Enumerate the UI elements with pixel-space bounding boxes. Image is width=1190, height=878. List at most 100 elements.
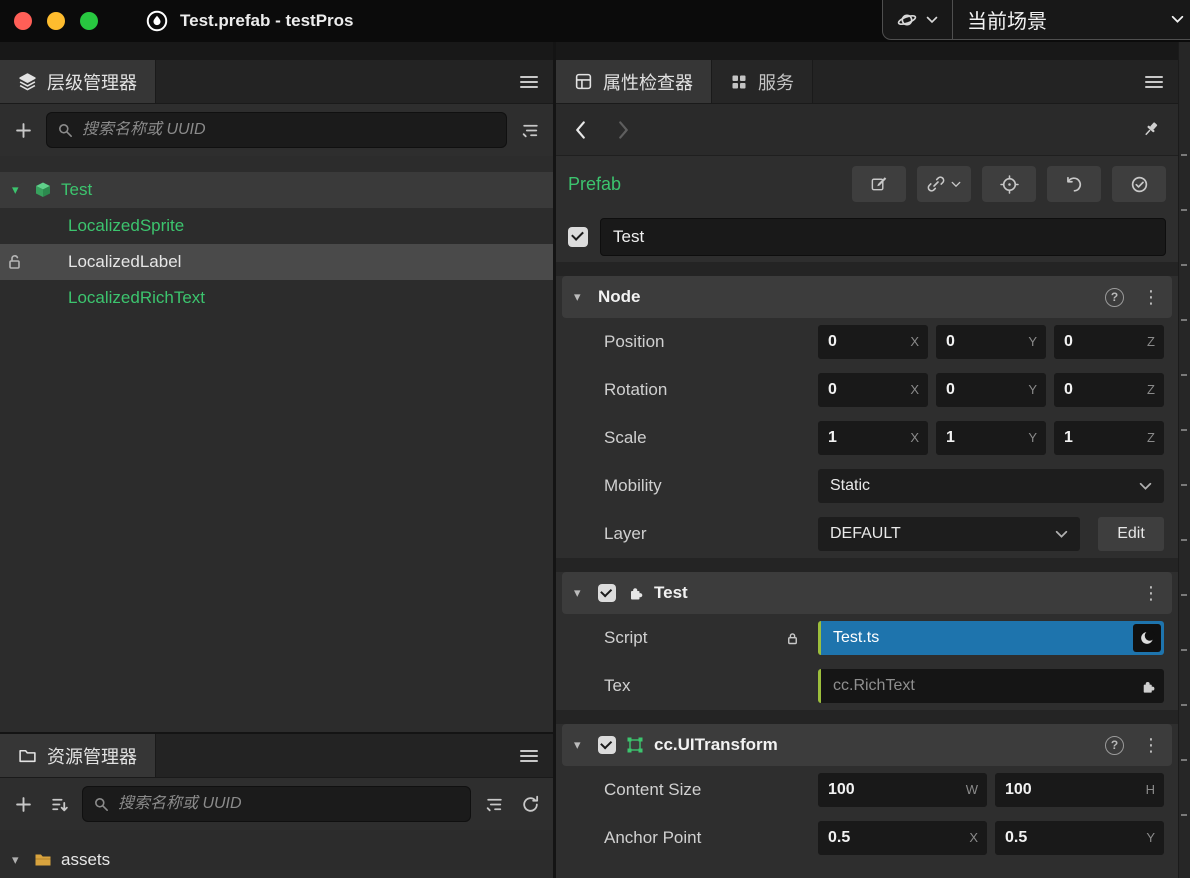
axis-label: W xyxy=(966,773,978,807)
property-label: Content Size xyxy=(604,780,818,800)
component-enabled-checkbox[interactable] xyxy=(598,736,616,754)
edit-prefab-button[interactable] xyxy=(852,166,906,202)
chevron-down-icon xyxy=(926,16,938,24)
tree-row[interactable]: LocalizedRichText xyxy=(0,280,553,316)
chevron-down-icon xyxy=(951,181,961,188)
kebab-menu-icon[interactable]: ⋮ xyxy=(1142,583,1160,604)
section-gap xyxy=(556,710,1178,724)
tree-row[interactable]: LocalizedSprite xyxy=(0,208,553,244)
close-window-button[interactable] xyxy=(14,12,32,30)
services-icon xyxy=(730,73,748,91)
component-puzzle-icon xyxy=(626,584,644,602)
help-icon[interactable]: ? xyxy=(1105,736,1124,755)
collapse-icon[interactable]: ▾ xyxy=(574,737,588,753)
collapse-icon[interactable]: ▾ xyxy=(12,182,26,198)
layer-select[interactable]: DEFAULT xyxy=(818,517,1080,551)
component-puzzle-icon[interactable] xyxy=(1133,672,1161,700)
collapse-icon[interactable]: ▾ xyxy=(574,585,588,601)
current-scene-dropdown[interactable]: 当前场景 xyxy=(953,0,1190,39)
create-asset-button[interactable] xyxy=(10,791,36,817)
assets-sort-button[interactable] xyxy=(46,791,72,817)
history-back-button[interactable] xyxy=(574,120,587,140)
test-component-header[interactable]: ▾ Test ⋮ xyxy=(562,572,1172,614)
chevron-down-icon xyxy=(1139,482,1152,491)
position-y-field[interactable]: 0Y xyxy=(936,325,1046,359)
property-label: Layer xyxy=(604,524,818,544)
hierarchy-search-input[interactable] xyxy=(82,121,496,139)
script-asset-field[interactable]: Test.ts xyxy=(818,621,1164,655)
tab-inspector[interactable]: 属性检查器 xyxy=(556,60,712,103)
assets-search[interactable] xyxy=(82,786,471,822)
scale-y-field[interactable]: 1Y xyxy=(936,421,1046,455)
tab-services[interactable]: 服务 xyxy=(712,60,813,103)
hamburger-icon xyxy=(519,74,539,90)
create-node-button[interactable] xyxy=(10,117,36,143)
collapse-icon[interactable]: ▾ xyxy=(12,852,26,868)
minimize-window-button[interactable] xyxy=(47,12,65,30)
assets-filter-button[interactable] xyxy=(481,791,507,817)
hierarchy-panel: 层级管理器 xyxy=(0,42,553,732)
property-label: Scale xyxy=(604,428,818,448)
pin-icon xyxy=(1141,120,1160,139)
anchor-x-field[interactable]: 0.5X xyxy=(818,821,987,855)
lock-icon[interactable] xyxy=(6,253,24,271)
mobility-select[interactable]: Static xyxy=(818,469,1164,503)
inspector-menu-button[interactable] xyxy=(1130,60,1178,103)
help-icon[interactable]: ? xyxy=(1105,288,1124,307)
uitransform-section-header[interactable]: ▾ cc.UITransform ? ⋮ xyxy=(562,724,1172,766)
rotation-x-field[interactable]: 0X xyxy=(818,373,928,407)
inspector-scrollbar[interactable] xyxy=(1178,42,1190,878)
rotation-y-field[interactable]: 0Y xyxy=(936,373,1046,407)
locate-prefab-asset-button[interactable] xyxy=(982,166,1036,202)
apply-prefab-button[interactable] xyxy=(1112,166,1166,202)
node-section-header[interactable]: ▾ Node ? ⋮ xyxy=(562,276,1172,318)
anchor-y-field[interactable]: 0.5Y xyxy=(995,821,1164,855)
property-label: Tex xyxy=(604,676,818,696)
hierarchy-menu-button[interactable] xyxy=(505,60,553,103)
filter-icon xyxy=(485,795,504,814)
tab-hierarchy[interactable]: 层级管理器 xyxy=(0,60,156,103)
content-size-w-field[interactable]: 100W xyxy=(818,773,987,807)
unlink-prefab-button[interactable] xyxy=(917,166,971,202)
node-name-input[interactable] xyxy=(600,218,1166,256)
assets-menu-button[interactable] xyxy=(505,734,553,777)
hamburger-icon xyxy=(519,748,539,764)
revert-prefab-button[interactable] xyxy=(1047,166,1101,202)
kebab-menu-icon[interactable]: ⋮ xyxy=(1142,735,1160,756)
content-size-h-field[interactable]: 100H xyxy=(995,773,1164,807)
scene-mode-dropdown[interactable] xyxy=(883,0,952,39)
tab-assets[interactable]: 资源管理器 xyxy=(0,734,156,777)
axis-label: X xyxy=(910,421,919,455)
tree-row-prefab-root[interactable]: ▾ Test xyxy=(0,172,553,208)
current-scene-label: 当前场景 xyxy=(967,5,1047,34)
rotation-z-field[interactable]: 0Z xyxy=(1054,373,1164,407)
node-active-checkbox[interactable] xyxy=(568,227,588,247)
collapse-icon[interactable]: ▾ xyxy=(574,289,588,305)
kebab-menu-icon[interactable]: ⋮ xyxy=(1142,287,1160,308)
script-asset-icon[interactable] xyxy=(1133,624,1161,652)
tree-row-assets-root[interactable]: ▾ assets xyxy=(0,842,553,878)
component-enabled-checkbox[interactable] xyxy=(598,584,616,602)
tab-label: 服务 xyxy=(758,69,794,95)
assets-refresh-button[interactable] xyxy=(517,791,543,817)
assets-search-input[interactable] xyxy=(118,795,460,813)
layers-icon xyxy=(18,72,37,91)
titlebar: Test.prefab - testPros 当前场景 xyxy=(0,0,1190,42)
editor-window: Test.prefab - testPros 当前场景 层级管理器 xyxy=(0,0,1190,878)
pin-inspector-button[interactable] xyxy=(1141,120,1160,139)
hierarchy-filter-button[interactable] xyxy=(517,117,543,143)
maximize-window-button[interactable] xyxy=(80,12,98,30)
position-z-field[interactable]: 0Z xyxy=(1054,325,1164,359)
hierarchy-search[interactable] xyxy=(46,112,507,148)
scale-x-field[interactable]: 1X xyxy=(818,421,928,455)
history-forward-button[interactable] xyxy=(617,120,630,140)
plus-icon xyxy=(15,796,32,813)
property-label: Mobility xyxy=(604,476,818,496)
edit-layers-button[interactable]: Edit xyxy=(1098,517,1164,551)
node-label: Test xyxy=(61,180,92,200)
tree-row-selected[interactable]: LocalizedLabel xyxy=(0,244,553,280)
scale-z-field[interactable]: 1Z xyxy=(1054,421,1164,455)
position-x-field[interactable]: 0X xyxy=(818,325,928,359)
tex-component-field[interactable]: cc.RichText xyxy=(818,669,1164,703)
panel-title: 层级管理器 xyxy=(47,69,137,95)
